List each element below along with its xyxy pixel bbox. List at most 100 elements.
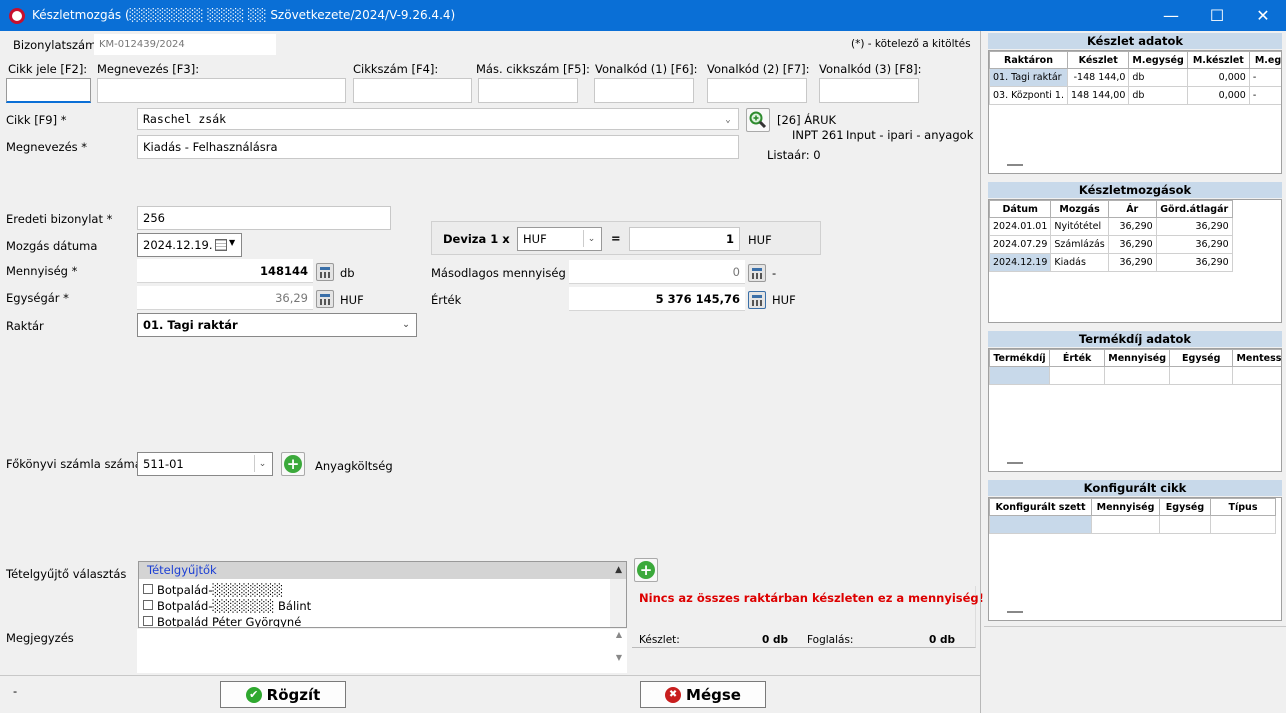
- config-grid[interactable]: Konfigurált szett Mennyiség Egység Típus: [988, 497, 1282, 621]
- checkbox[interactable]: [143, 616, 153, 626]
- note-textarea[interactable]: [137, 629, 627, 673]
- collector-item-label: Botpalád-░░░░░░░░: [157, 583, 284, 597]
- movements-col-header[interactable]: Dátum: [989, 200, 1052, 218]
- mas-cikkszam-input[interactable]: [478, 78, 578, 103]
- cancel-button[interactable]: ✖ Mégse: [640, 681, 766, 708]
- orig-doc-label: Eredeti bizonylat *: [6, 212, 113, 226]
- config-col-header[interactable]: Konfigurált szett: [989, 498, 1092, 516]
- checkbox[interactable]: [143, 584, 153, 594]
- stock-cell: db: [1128, 86, 1188, 105]
- currency-label: Deviza 1 x: [443, 232, 510, 246]
- scroll-handle[interactable]: [1007, 164, 1023, 166]
- zoom-search-button[interactable]: [746, 108, 770, 132]
- movement-cell: 36,290: [1155, 235, 1233, 254]
- reserved-label: Foglalás:: [807, 634, 854, 646]
- ledger-select[interactable]: 511-01 ⌄: [137, 452, 273, 476]
- close-button[interactable]: ✕: [1240, 0, 1286, 31]
- add-collector-button[interactable]: +: [634, 558, 658, 582]
- scroll-handle[interactable]: [1007, 462, 1023, 464]
- fee-col-header[interactable]: Egység: [1169, 349, 1234, 367]
- table-row[interactable]: [989, 366, 1281, 385]
- config-col-header[interactable]: Mennyiség: [1091, 498, 1160, 516]
- minimize-button[interactable]: —: [1148, 0, 1194, 31]
- collector-label: Tételgyűjtő választás: [6, 567, 127, 581]
- unit-price-input[interactable]: 36,29: [137, 286, 313, 310]
- ledger-label: Főkönyvi számla száma: [6, 457, 142, 471]
- warehouse-value: 01. Tagi raktár: [143, 318, 238, 332]
- save-button[interactable]: ✔ Rögzít: [220, 681, 346, 708]
- rate-input[interactable]: 1: [629, 227, 740, 251]
- megnevezes-search-input[interactable]: [97, 78, 346, 103]
- config-col-header[interactable]: Egység: [1159, 498, 1211, 516]
- group-code: [26] ÁRUK: [777, 113, 837, 127]
- chevron-down-icon: ⌄: [725, 114, 731, 125]
- stock-col-header[interactable]: Raktáron: [989, 51, 1068, 69]
- calculator-icon[interactable]: [748, 291, 766, 309]
- secondary-qty-label: Másodlagos mennyiség: [431, 266, 566, 280]
- scroll-up-icon[interactable]: ▲: [611, 630, 627, 639]
- config-cell: [1159, 515, 1211, 534]
- collector-item[interactable]: Botpalád Péter Györgyné: [143, 614, 626, 627]
- secondary-qty-input[interactable]: 0: [569, 260, 745, 284]
- fee-grid[interactable]: Termékdíj Érték Mennyiség Egység Mentess: [988, 348, 1282, 472]
- stock-col-header[interactable]: M.egys: [1248, 51, 1281, 69]
- warehouse-select[interactable]: 01. Tagi raktár ⌄: [137, 313, 417, 337]
- value-label: Érték: [431, 293, 462, 307]
- vonalkod2-input[interactable]: [707, 78, 807, 103]
- vonalkod3-input[interactable]: [819, 78, 919, 103]
- config-panel-title: Konfigurált cikk: [988, 480, 1282, 496]
- calculator-icon[interactable]: [316, 263, 334, 281]
- currency-select[interactable]: HUF ⌄: [517, 227, 602, 251]
- stock-col-header[interactable]: M.készlet: [1186, 51, 1250, 69]
- cikk-select-value: Raschel zsák: [143, 112, 227, 126]
- add-ledger-button[interactable]: +: [281, 452, 305, 476]
- table-row[interactable]: 01. Tagi raktár -148 144,0 db 0,000 -: [989, 68, 1281, 87]
- vonalkod1-input[interactable]: [594, 78, 694, 103]
- name-input[interactable]: Kiadás - Felhasználásra: [137, 135, 739, 159]
- collector-item[interactable]: Botpalád-░░░░░░░ Bálint: [143, 598, 626, 614]
- note-scrollbar[interactable]: ▲ ▼: [611, 630, 627, 672]
- stock-col-header[interactable]: Készlet: [1066, 51, 1130, 69]
- search-label-vonalkod2: Vonalkód (2) [F7]:: [707, 62, 810, 76]
- date-dropdown-icon: ▼: [229, 238, 236, 247]
- checkbox[interactable]: [143, 600, 153, 610]
- stock-col-header[interactable]: M.egység: [1128, 51, 1188, 69]
- fee-col-header[interactable]: Termékdíj: [989, 349, 1050, 367]
- scroll-up-icon[interactable]: ▲: [615, 562, 622, 579]
- config-col-header[interactable]: Típus: [1210, 498, 1276, 516]
- collector-scrollbar[interactable]: [610, 579, 626, 627]
- stock-grid[interactable]: Raktáron Készlet M.egység M.készlet M.eg…: [988, 50, 1282, 174]
- qty-input[interactable]: 148144: [137, 259, 313, 283]
- cikk-select[interactable]: Raschel zsák ⌄: [137, 108, 739, 130]
- movements-grid[interactable]: Dátum Mozgás Ár Görd.átlagár 2024.01.01 …: [988, 199, 1282, 323]
- table-row[interactable]: 2024.07.29 Számlázás 36,290 36,290: [989, 235, 1233, 254]
- title-bar: Készletmozgás (░░░░░░░░ ░░░░ ░░ Szövetke…: [0, 0, 1286, 31]
- movements-col-header[interactable]: Ár: [1107, 200, 1157, 218]
- movements-col-header[interactable]: Görd.átlagár: [1155, 200, 1233, 218]
- cikkszam-input[interactable]: [353, 78, 472, 103]
- calculator-icon[interactable]: [316, 290, 334, 308]
- table-row[interactable]: 03. Központi 1. 148 144,00 db 0,000 -: [989, 86, 1281, 105]
- table-row[interactable]: 2024.01.01 Nyitótétel 36,290 36,290: [989, 217, 1233, 236]
- fee-col-header[interactable]: Mentess: [1232, 349, 1281, 367]
- table-row[interactable]: 2024.12.19 Kiadás 36,290 36,290: [989, 253, 1233, 272]
- maximize-button[interactable]: ☐: [1194, 0, 1240, 31]
- cikkjele-input[interactable]: [6, 78, 91, 103]
- scroll-down-icon[interactable]: ▼: [611, 653, 627, 662]
- unit-price-unit: HUF: [340, 293, 364, 307]
- calculator-icon[interactable]: [748, 264, 766, 282]
- fee-col-header[interactable]: Érték: [1048, 349, 1106, 367]
- scroll-handle[interactable]: [1007, 611, 1023, 613]
- table-row[interactable]: [989, 515, 1276, 534]
- date-picker[interactable]: 2024.12.19. ▼: [137, 233, 242, 257]
- collector-item[interactable]: Botpalád-░░░░░░░░: [143, 582, 626, 598]
- movements-col-header[interactable]: Mozgás: [1050, 200, 1109, 218]
- movement-cell: 2024.07.29: [989, 235, 1052, 254]
- right-panel-bottom-divider: [984, 626, 1286, 627]
- collector-list[interactable]: Tételgyűjtők ▲ Botpalád-░░░░░░░░ Botpalá…: [138, 561, 627, 628]
- fee-col-header[interactable]: Mennyiség: [1104, 349, 1171, 367]
- value-input[interactable]: 5 376 145,76: [569, 287, 745, 311]
- check-icon: ✔: [245, 686, 262, 703]
- cikk-label: Cikk [F9] *: [6, 113, 67, 127]
- orig-doc-input[interactable]: 256: [137, 206, 391, 230]
